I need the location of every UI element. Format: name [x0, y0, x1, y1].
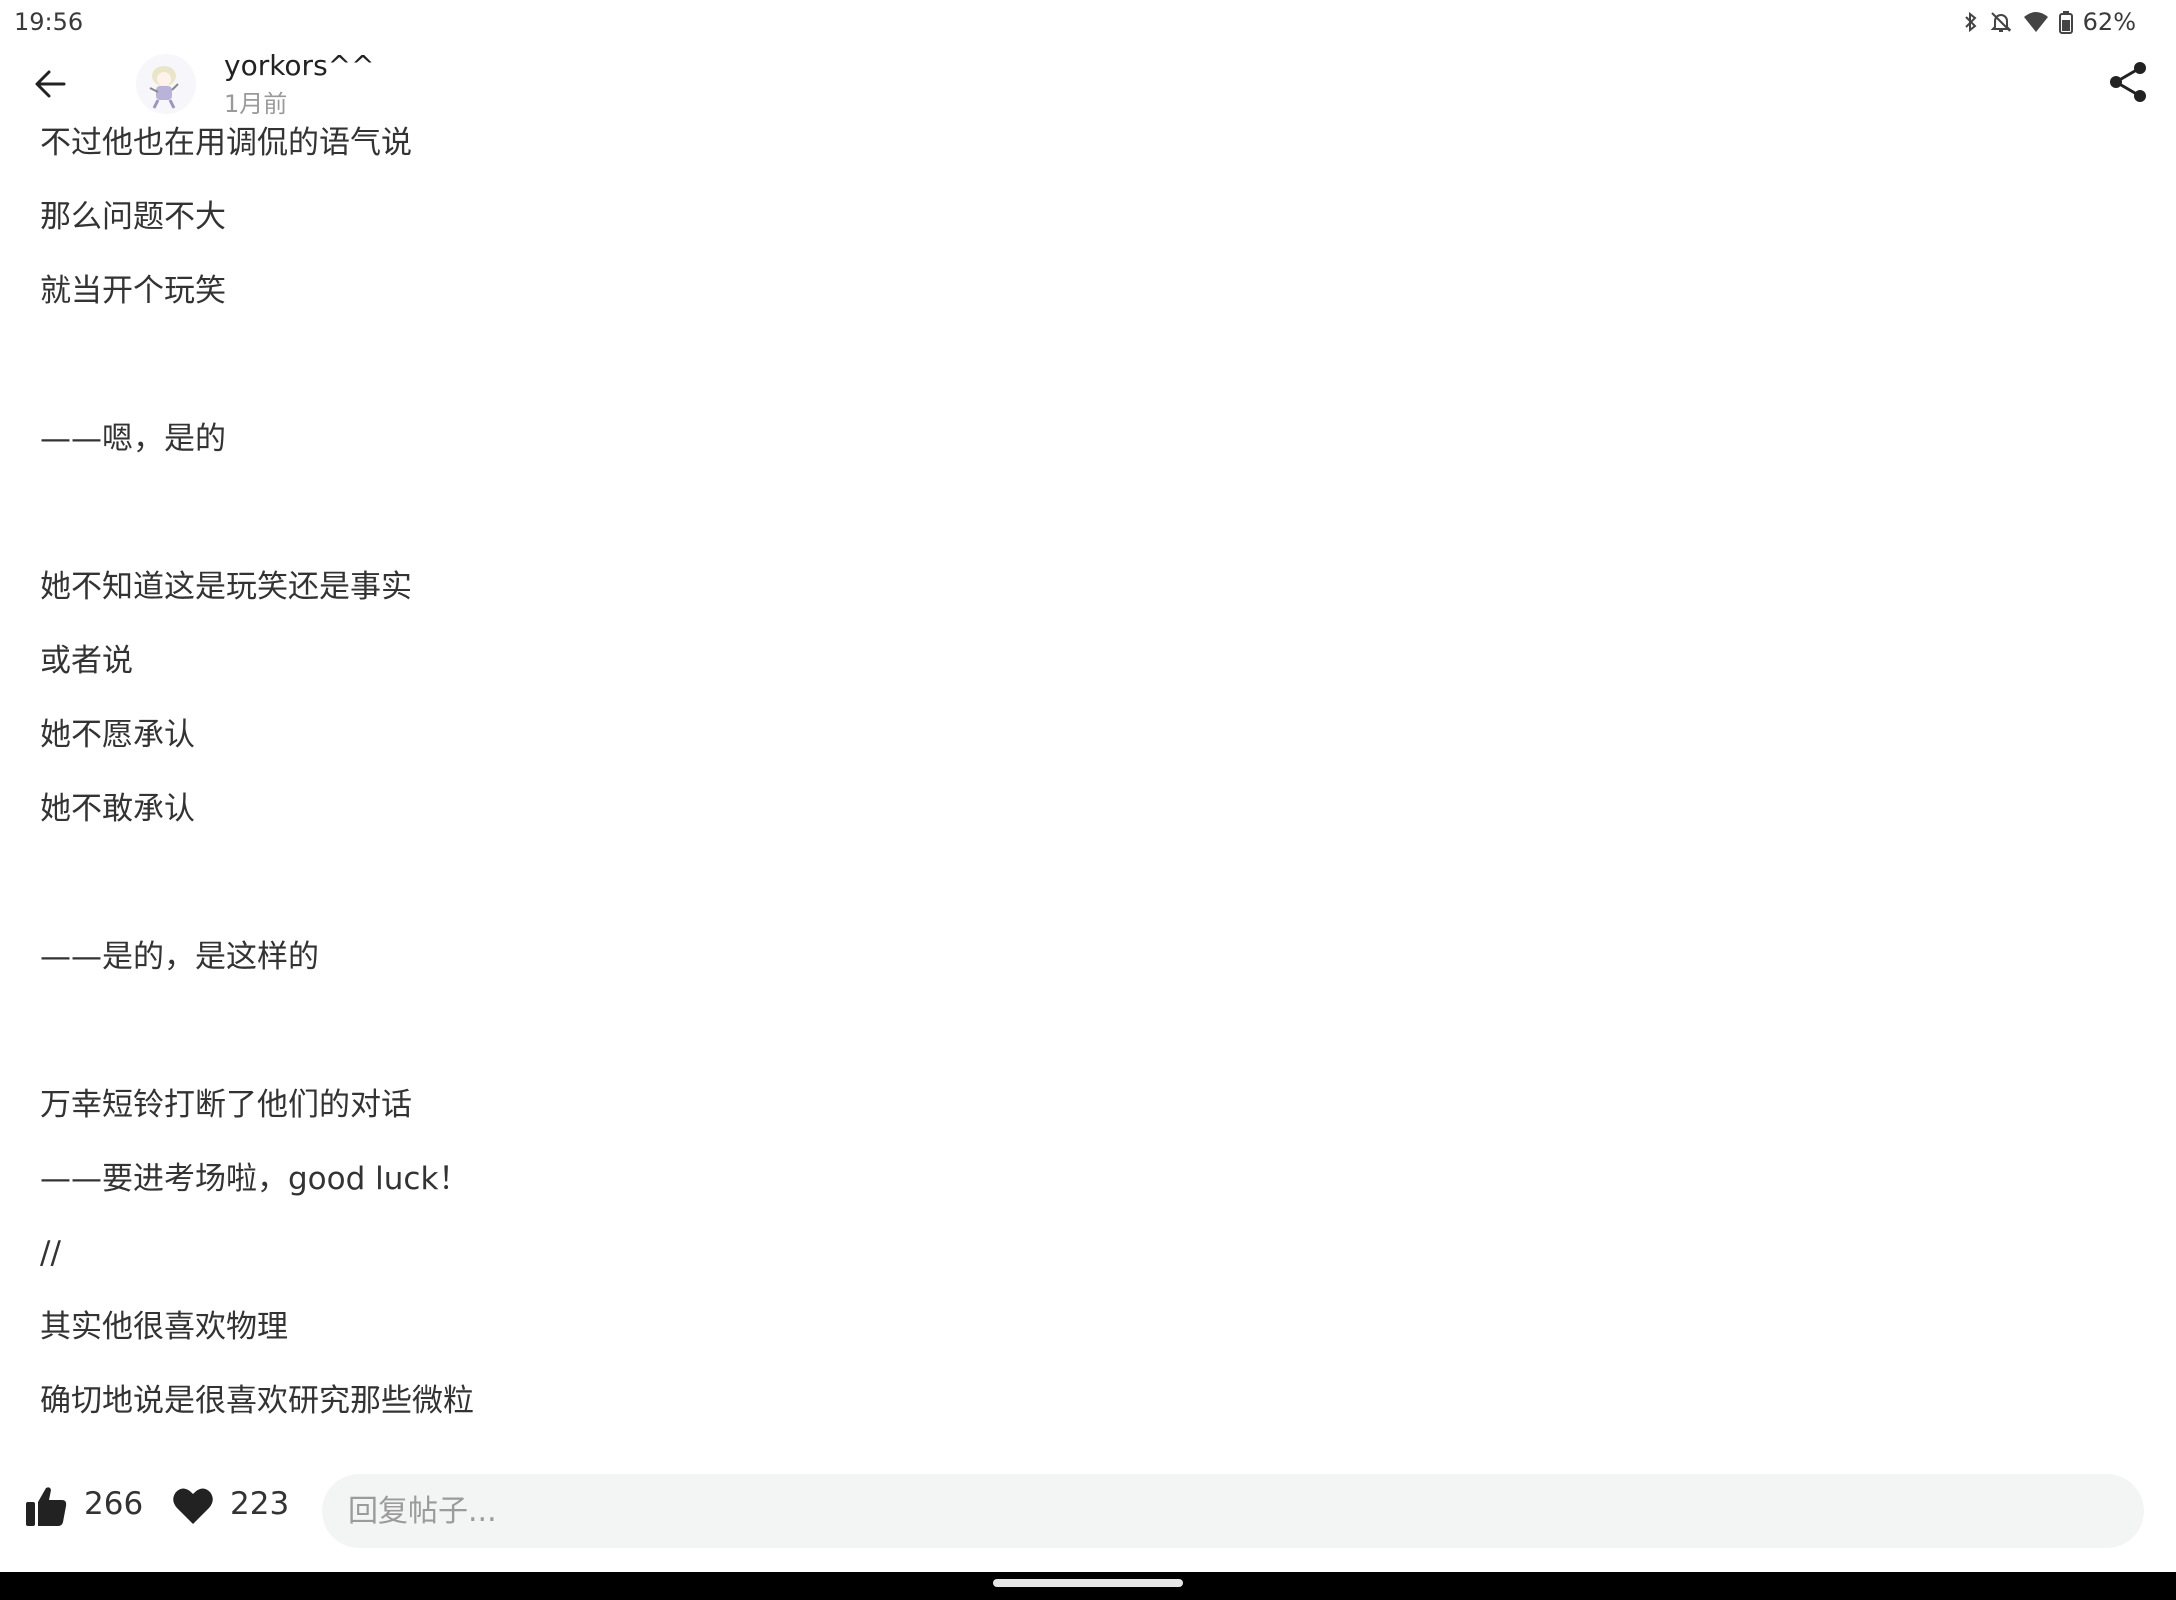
share-icon: [2110, 62, 2146, 102]
battery-percentage: 62%: [2082, 8, 2136, 36]
content-line: 不过他也在用调侃的语气说: [40, 125, 412, 161]
post-content: 不过他也在用调侃的语气说 那么问题不大 就当开个玩笑 ——嗯，是的 她不知道这是…: [40, 118, 2040, 1450]
content-line: ——嗯，是的: [40, 421, 226, 457]
author-name[interactable]: yorkors^^: [224, 49, 375, 82]
share-button[interactable]: [2104, 58, 2152, 106]
like-button[interactable]: [24, 1484, 68, 1528]
thumbs-up-icon: [26, 1487, 67, 1526]
content-line-blank: [40, 340, 2040, 414]
post-detail-screen: 19:56 62% yorkors^^ 1月前 不过他也在用调侃的语气说 那么问…: [0, 0, 2176, 1600]
content-line-blank: [40, 858, 2040, 932]
avatar-image: [136, 54, 196, 114]
favorite-count: 223: [230, 1486, 290, 1522]
home-indicator[interactable]: [993, 1579, 1183, 1587]
content-line: 她不敢承认: [40, 791, 195, 827]
reply-input[interactable]: [322, 1474, 2144, 1548]
content-line: 那么问题不大: [40, 199, 226, 235]
content-line: 确切地说是很喜欢研究那些微粒: [40, 1383, 474, 1419]
heart-icon: [173, 1488, 213, 1524]
content-line: //: [40, 1235, 61, 1271]
status-time: 19:56: [14, 8, 84, 36]
navigation-bar: [0, 1572, 2176, 1600]
content-line: 就当开个玩笑: [40, 273, 226, 309]
post-action-bar: 266 223: [0, 1470, 2176, 1550]
content-line: 或者说: [40, 643, 133, 679]
content-line: ——要进考场啦，good luck！: [40, 1161, 470, 1197]
status-icons: 62%: [1963, 8, 2136, 36]
content-line-blank: [40, 488, 2040, 562]
favorite-button[interactable]: [172, 1486, 214, 1526]
battery-icon: [2058, 10, 2073, 34]
content-line-blank: [40, 1006, 2040, 1080]
like-count: 266: [84, 1486, 144, 1522]
content-line: 她不知道这是玩笑还是事实: [40, 569, 412, 605]
back-arrow-icon: [35, 70, 66, 98]
content-line: 万幸短铃打断了他们的对话: [40, 1087, 412, 1123]
content-line: 其实他很喜欢物理: [40, 1309, 288, 1345]
post-header: yorkors^^ 1月前: [0, 44, 2176, 124]
avatar[interactable]: [136, 54, 196, 114]
content-line: 她不愿承认: [40, 717, 195, 753]
bluetooth-icon: [1963, 10, 1979, 34]
content-line: ——是的，是这样的: [40, 939, 319, 975]
status-bar: 19:56 62%: [0, 0, 2176, 44]
back-button[interactable]: [30, 64, 70, 104]
wifi-icon: [2023, 11, 2049, 33]
notifications-off-icon: [1989, 10, 2013, 34]
post-time: 1月前: [224, 90, 288, 118]
